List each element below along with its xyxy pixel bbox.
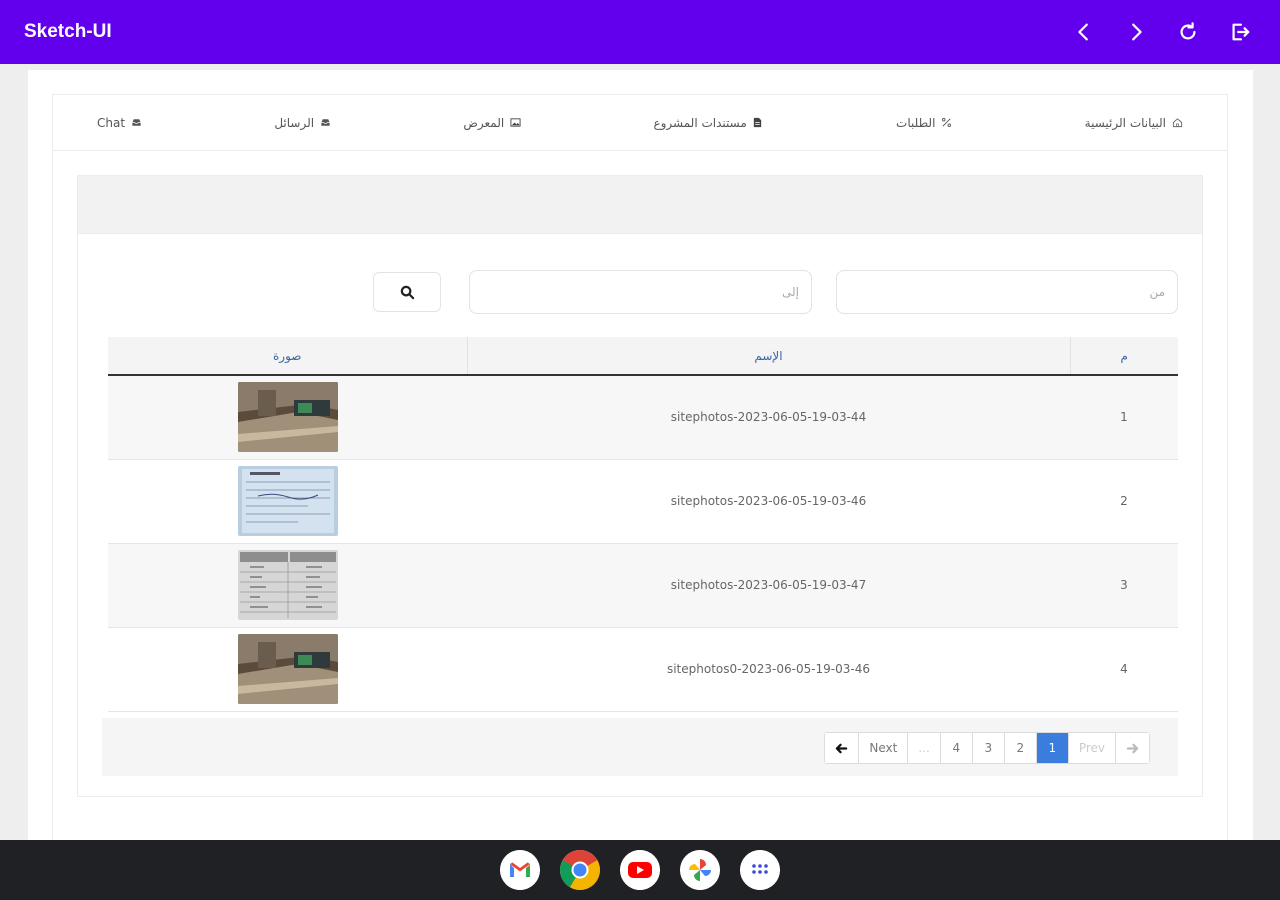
table-row: 1 sitephotos-2023-06-05-19-03-44 [108,375,1178,460]
app-launcher-button[interactable] [740,850,780,890]
row-name: sitephotos-2023-06-05-19-03-47 [467,543,1070,628]
pagination-page-1[interactable]: 1 [1035,733,1068,763]
pagination-ellipsis: ... [907,733,940,763]
table-row: 4 sitephotos0-2023-06-05-19-03-46 [108,627,1178,712]
column-header-image[interactable]: صورة [108,337,467,376]
photos-app-button[interactable] [680,850,720,890]
logout-icon [1232,23,1250,41]
gmail-icon [500,850,540,890]
paper-table-thumbnail[interactable] [237,550,338,620]
back-button[interactable] [1068,16,1100,48]
refresh-icon [1180,22,1196,40]
tab-label: البيانات الرئيسية [1084,115,1166,130]
row-name: sitephotos0-2023-06-05-19-03-46 [467,627,1070,712]
date-filter-row [78,270,1202,314]
gmail-app-button[interactable] [500,850,540,890]
apps-grid-icon [740,850,780,890]
row-name: sitephotos-2023-06-05-19-03-44 [467,375,1070,460]
forward-button[interactable] [1120,16,1152,48]
app-bar-actions [1048,16,1256,48]
youtube-icon [620,850,660,890]
youtube-app-button[interactable] [620,850,660,890]
room-photo-thumbnail[interactable] [237,634,338,704]
pagination-back-arrow[interactable] [825,733,859,763]
home-icon [1171,117,1183,129]
pagination-page-3[interactable]: 3 [971,733,1004,763]
chevron-right-icon [1132,23,1142,41]
arrow-right-icon [1126,743,1139,753]
pagination: Next ... 4 3 2 1 Prev [824,732,1150,764]
logout-button[interactable] [1224,16,1256,48]
image-icon [509,117,521,129]
pagination-next[interactable]: Next [858,733,908,763]
app-bar: Sketch-UI [0,0,1280,64]
column-header-name[interactable]: الإسم [466,337,1070,376]
room-photo-thumbnail[interactable] [237,382,338,453]
tab-label: Chat [97,115,126,130]
tab-chat[interactable]: Chat [97,116,142,130]
pagination-page-4[interactable]: 4 [939,733,972,763]
row-number: 2 [1070,459,1178,544]
paper-form-thumbnail[interactable] [237,466,338,536]
inbox-icon [319,117,331,129]
row-name: sitephotos-2023-06-05-19-03-46 [467,459,1070,544]
row-number: 3 [1070,543,1178,628]
pagination-bar: Next ... 4 3 2 1 Prev [102,718,1178,776]
pagination-prev[interactable]: Prev [1067,733,1115,763]
inbox-icon [130,117,142,129]
tab-messages[interactable]: الرسائل [274,116,331,130]
column-header-number[interactable]: م [1069,337,1178,376]
gallery-table: م الإسم صورة 1 sitephotos-2023-06-05-19-… [108,337,1178,712]
row-image-cell [108,627,467,712]
gallery-panel: م الإسم صورة 1 sitephotos-2023-06-05-19-… [77,175,1203,797]
chevron-left-icon [1078,23,1088,41]
row-image-cell [108,459,467,544]
refresh-button[interactable] [1172,16,1204,48]
tab-label: الطلبات [896,115,936,130]
document-icon [752,117,764,129]
pagination-forward-arrow[interactable] [1115,733,1149,763]
tab-gallery[interactable]: المعرض [463,116,521,130]
percent-icon [940,117,952,129]
tab-requests[interactable]: الطلبات [896,116,952,130]
chrome-icon [560,850,600,890]
table-header-row: م الإسم صورة [108,337,1178,376]
photos-icon [680,850,720,890]
tab-bar: البيانات الرئيسية الطلبات مستندات المشرو… [53,95,1227,151]
main-content: البيانات الرئيسية الطلبات مستندات المشرو… [28,70,1253,840]
row-image-cell [108,375,467,460]
tab-project-documents[interactable]: مستندات المشروع [653,116,763,130]
from-date-input[interactable] [836,270,1178,314]
pagination-page-2[interactable]: 2 [1003,733,1036,763]
table-row: 3 sitephotos-2023-06-05-19-03-47 [108,543,1178,628]
row-image-cell [108,543,467,628]
tab-label: الرسائل [274,115,315,130]
system-shelf [0,840,1280,900]
arrow-left-icon [836,743,848,753]
table-row: 2 sitephotos-2023-06-05-19-03-46 [108,459,1178,544]
project-card: البيانات الرئيسية الطلبات مستندات المشرو… [52,94,1228,840]
tab-main-data[interactable]: البيانات الرئيسية [1085,116,1183,130]
row-number: 4 [1070,627,1178,712]
to-date-input[interactable] [469,270,812,314]
app-title: Sketch-UI [24,21,112,42]
search-button[interactable] [373,272,441,312]
chrome-app-button[interactable] [560,850,600,890]
tab-label: المعرض [463,115,505,130]
search-icon [400,285,414,299]
tab-label: مستندات المشروع [653,115,747,130]
panel-header [78,176,1202,234]
row-number: 1 [1070,375,1178,460]
